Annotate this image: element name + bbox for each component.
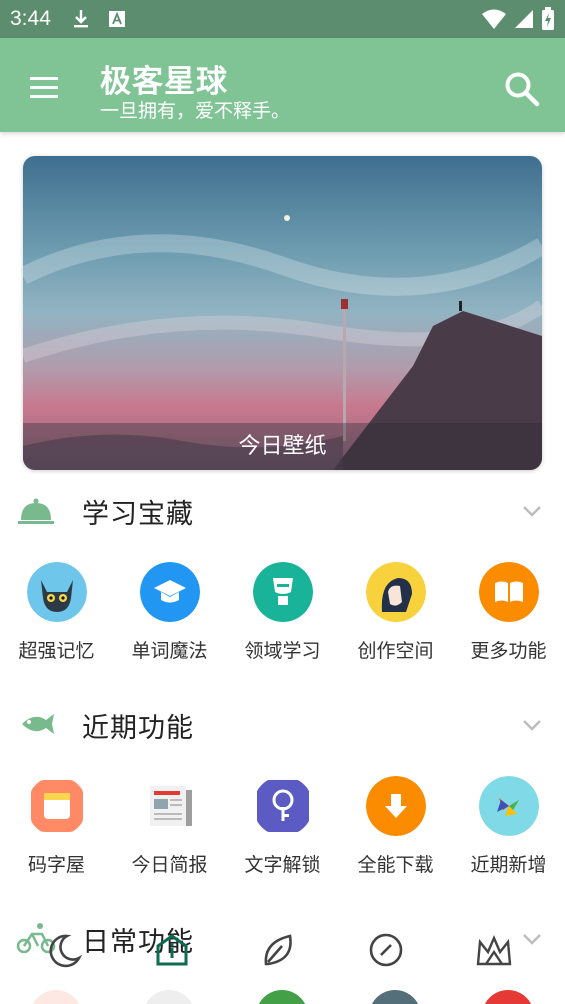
download-icon [74,10,88,28]
fish-icon [22,714,54,734]
tile-label: 今日简报 [131,854,208,876]
section-learning-header[interactable]: 学习宝藏 [0,480,565,540]
tile-label: 超强记忆 [18,640,95,662]
app-bar: 极客星球 一旦拥有，爱不释手。 [0,38,565,132]
tile-label: 近期新增 [470,854,547,876]
tile-label: 全能下载 [357,854,434,876]
tile-label: 更多功能 [470,640,547,662]
peek-tile-icon [256,990,308,1004]
status-bar: 3:44 [0,0,565,38]
key-lock-icon [257,780,309,832]
cup-icon [253,562,313,622]
app-subtitle: 一旦拥有，爱不释手。 [100,100,291,122]
tile-creative-space[interactable]: 创作空间 [339,562,452,672]
tile-super-memory[interactable]: 超强记忆 [0,562,113,672]
tile-label: 创作空间 [357,640,434,662]
girl-avatar-icon [366,562,426,622]
section-recent-grid: 码字屋 今日简报 文字解锁 全能下载 近期新增 [0,776,565,886]
cell-signal-icon [515,10,533,28]
notepad-icon [31,780,83,832]
tile-label: 领域学习 [244,640,321,662]
leaf-icon[interactable] [258,930,298,970]
tile-domain-learning[interactable]: 领域学习 [226,562,339,672]
status-time: 3:44 [10,7,51,30]
section-learning-grid: 超强记忆 单词魔法 领域学习 创作空间 更多功能 [0,562,565,672]
tile-universal-download[interactable]: 全能下载 [339,776,452,886]
section-title: 近期功能 [82,713,194,744]
graduation-cap-icon [140,562,200,622]
cat-avatar-icon [27,562,87,622]
peek-tile-icon [143,990,195,1004]
cloche-icon [18,498,54,524]
search-icon[interactable] [503,70,541,108]
tile-writing-room[interactable]: 码字屋 [0,776,113,886]
section-recent-header[interactable]: 近期功能 [0,694,565,754]
moon-icon[interactable] [45,930,85,970]
banner-caption: 今日壁纸 [23,423,542,470]
status-right [481,7,555,31]
peek-tile-icon [482,990,534,1004]
download-arrow-icon [366,776,426,836]
home-info-icon[interactable] [152,930,192,970]
battery-icon [542,7,554,30]
tile-more-features[interactable]: 更多功能 [452,562,565,672]
tile-label: 单词魔法 [131,640,208,662]
chevron-down-icon[interactable] [521,714,543,736]
wifi-icon [482,9,506,29]
tile-label: 码字屋 [27,854,85,876]
menu-icon[interactable] [24,68,64,108]
chevron-down-icon[interactable] [521,500,543,522]
compass-icon[interactable] [366,930,406,970]
app-title: 极客星球 [100,64,228,100]
crown-icon[interactable] [474,930,514,970]
pinwheel-icon [479,776,539,836]
tile-word-magic[interactable]: 单词魔法 [113,562,226,672]
book-icon [479,562,539,622]
peek-tile-icon [369,990,421,1004]
tile-text-unlock[interactable]: 文字解锁 [226,776,339,886]
bottom-navigation [0,930,565,990]
section-title: 学习宝藏 [82,499,194,530]
newspaper-icon [150,786,192,826]
tile-daily-briefing[interactable]: 今日简报 [113,776,226,886]
peek-tile-icon [30,990,82,1004]
wallpaper-banner[interactable]: 今日壁纸 [23,156,542,470]
tile-label: 文字解锁 [244,854,321,876]
notification-a-icon [109,11,125,27]
tile-recent-additions[interactable]: 近期新增 [452,776,565,886]
